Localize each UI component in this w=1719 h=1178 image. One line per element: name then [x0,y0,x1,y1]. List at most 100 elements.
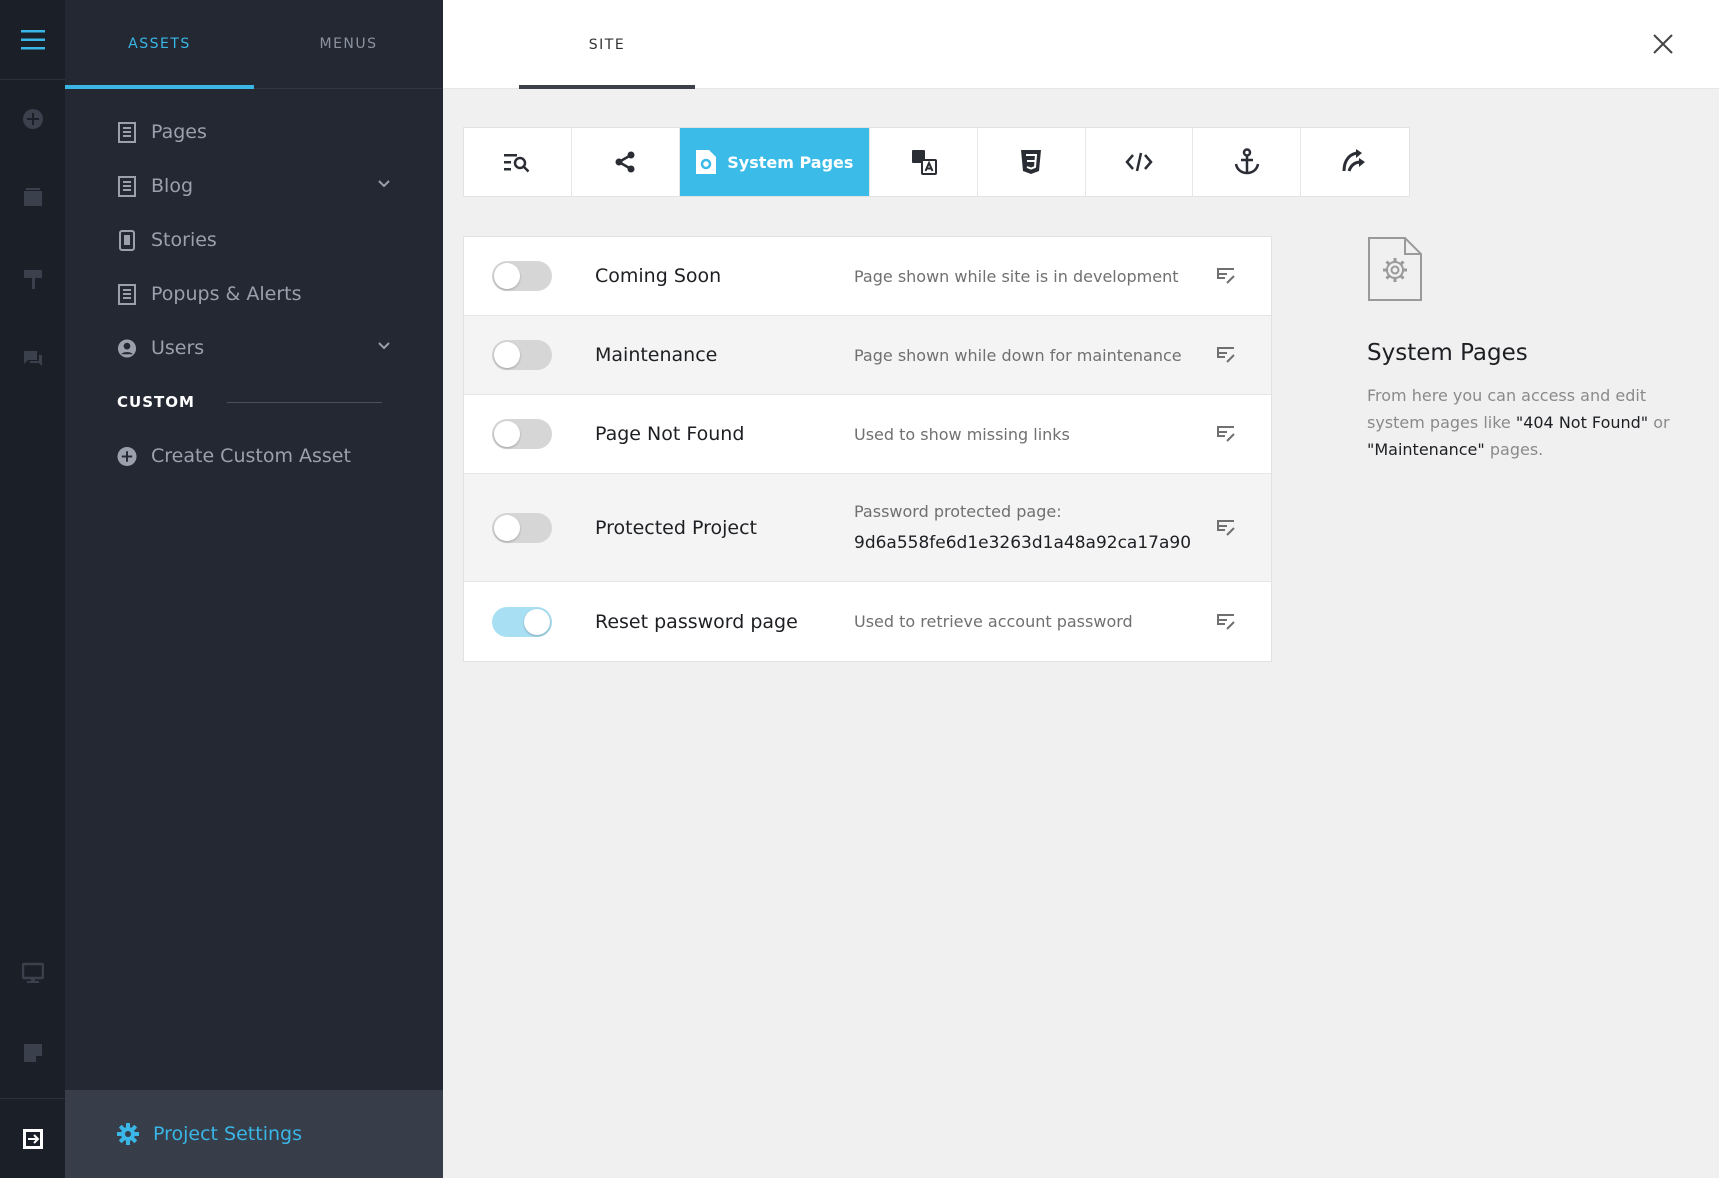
rail-exit[interactable] [0,1098,65,1178]
page-icon [117,283,137,305]
table-row: Reset password page Used to retrieve acc… [464,582,1271,661]
page-gear-icon [1368,237,1422,301]
redirect-icon [1342,149,1366,172]
paint-roller-icon[interactable] [22,268,44,290]
page-icon [117,175,137,197]
anchor-button[interactable] [1193,128,1302,196]
system-pages-table: Coming Soon Page shown while site is in … [463,236,1272,662]
top-bar: SITE [443,0,1719,89]
page-not-found-toggle[interactable] [492,419,552,449]
row-description: Page shown while down for maintenance [854,345,1182,365]
maintenance-toggle[interactable] [492,340,552,370]
row-description: Used to retrieve account password [854,612,1133,631]
rail-preview[interactable] [0,962,65,984]
info-title: System Pages [1367,340,1528,366]
edit-button[interactable] [1214,265,1238,287]
note-icon[interactable] [22,1042,44,1064]
redirect-button[interactable] [1301,128,1409,196]
edit-icon [1217,347,1235,363]
rail-add[interactable] [0,108,65,130]
tab-menus[interactable]: MENUS [254,0,443,88]
info-panel: System Pages From here you can access an… [1367,236,1707,463]
share-icon [615,151,635,173]
translate-icon [911,150,937,175]
table-row: Page Not Found Used to show missing link… [464,395,1271,474]
edit-icon [1217,268,1235,284]
add-circle-icon [117,445,137,467]
project-settings-label: Project Settings [153,1123,302,1145]
coming-soon-toggle[interactable] [492,261,552,291]
create-custom-asset-button[interactable]: Create Custom Asset [65,429,443,483]
sidebar-item-popups[interactable]: Popups & Alerts [65,267,443,321]
settings-toolbar: System Pages [463,127,1410,197]
edit-button[interactable] [1214,423,1238,445]
custom-code-button[interactable] [1086,128,1194,196]
search-list-icon [504,154,530,173]
info-bold-2: "Maintenance" [1367,440,1485,459]
info-text-2: or [1648,413,1670,432]
system-pages-label: System Pages [727,152,854,172]
gear-icon [117,1123,139,1145]
edit-button[interactable] [1214,517,1238,539]
row-description: Password protected page: 9d6a558fe6d1e32… [854,496,1191,559]
rail-design[interactable] [0,268,65,290]
user-icon [117,337,137,359]
rail-notes[interactable] [0,1042,65,1064]
icon-rail [0,0,65,1178]
table-row: Coming Soon Page shown while site is in … [464,237,1271,316]
page-gear-icon [696,150,717,174]
edit-button[interactable] [1214,611,1238,633]
chevron-down-icon[interactable] [377,339,391,353]
translate-button[interactable] [870,128,978,196]
system-pages-button[interactable]: System Pages [679,128,871,196]
css3-icon [1021,150,1042,174]
chevron-down-icon[interactable] [377,177,391,191]
edit-icon [1217,426,1235,442]
menu-toggle[interactable] [0,0,65,80]
info-bold-1: "404 Not Found" [1515,413,1649,432]
tab-assets[interactable]: ASSETS [65,0,254,89]
info-text: From here you can access and edit system… [1367,382,1697,463]
edit-icon [1217,613,1235,630]
reset-password-toggle[interactable] [492,606,552,637]
protected-project-toggle[interactable] [492,512,552,543]
sidebar-item-users[interactable]: Users [65,321,443,375]
row-name: Maintenance [595,344,718,366]
assets-sidebar: ASSETS MENUS Pages Blog Stories Popups &… [65,0,443,1178]
anchor-icon [1234,148,1260,175]
tab-site[interactable]: SITE [519,0,695,89]
sidebar-item-label: Pages [151,121,207,143]
row-name: Protected Project [595,516,757,539]
sidebar-item-pages[interactable]: Pages [65,105,443,159]
toggle-knob [494,342,520,368]
create-custom-asset-label: Create Custom Asset [151,445,351,467]
monitor-icon[interactable] [21,962,44,984]
sidebar-item-label: Blog [151,175,193,197]
add-circle-icon[interactable] [22,108,44,130]
layers-icon[interactable] [22,188,44,208]
seo-button[interactable] [464,128,572,196]
css-button[interactable] [978,128,1086,196]
sidebar-item-stories[interactable]: Stories [65,213,443,267]
toggle-knob [494,263,520,289]
hamburger-icon[interactable] [20,29,45,51]
close-icon[interactable] [1652,33,1674,55]
close-button[interactable] [1645,26,1681,62]
rail-layers[interactable] [0,188,65,208]
page-icon [117,121,137,143]
project-settings-button[interactable]: Project Settings [65,1090,443,1178]
edit-button[interactable] [1214,344,1238,366]
story-icon [117,229,137,251]
row-name: Page Not Found [595,423,745,445]
sidebar-item-label: Users [151,337,205,359]
rail-comments[interactable] [0,348,65,370]
table-row: Maintenance Page shown while down for ma… [464,316,1271,395]
sidebar-item-blog[interactable]: Blog [65,159,443,213]
code-icon [1125,152,1153,172]
share-button[interactable] [572,128,680,196]
divider [226,401,382,403]
row-description: Used to show missing links [854,424,1070,444]
toggle-knob [524,608,550,635]
exit-icon[interactable] [22,1128,44,1150]
chat-icon[interactable] [22,348,44,370]
